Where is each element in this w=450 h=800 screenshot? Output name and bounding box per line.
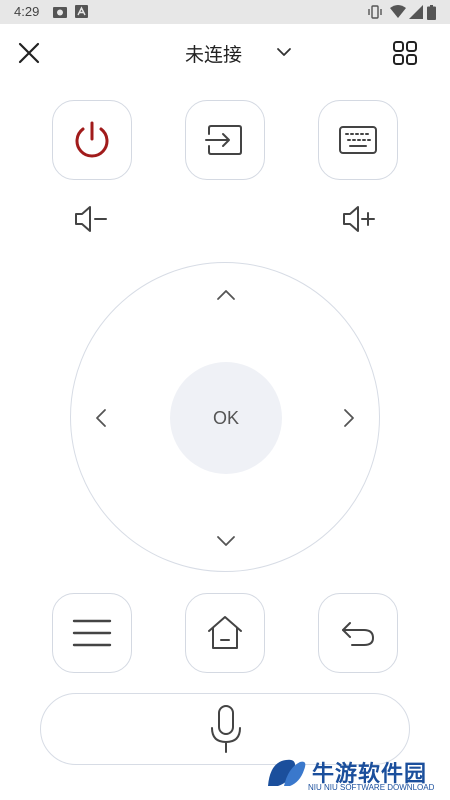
home-icon	[208, 616, 242, 649]
close-icon[interactable]	[14, 38, 44, 68]
power-icon	[75, 121, 109, 158]
back-button[interactable]	[318, 593, 398, 673]
ok-button[interactable]: OK	[170, 362, 282, 474]
home-button[interactable]	[185, 593, 265, 673]
top-bar: 未连接	[0, 24, 450, 80]
watermark-subtitle: NIU NIU SOFTWARE DOWNLOAD	[308, 783, 435, 792]
app-notification-icon	[75, 5, 88, 18]
wifi-icon	[390, 5, 406, 18]
status-bar: 4:29	[0, 0, 450, 24]
watermark: 牛游软件园 NIU NIU SOFTWARE DOWNLOAD	[260, 752, 450, 800]
status-time: 4:29	[14, 4, 40, 19]
arrow-right-icon[interactable]	[337, 406, 361, 430]
arrow-left-icon[interactable]	[89, 406, 113, 430]
grid-menu-icon[interactable]	[390, 38, 420, 68]
signal-icon	[409, 5, 423, 19]
keyboard-icon	[339, 126, 377, 154]
direction-pad: OK	[70, 262, 380, 572]
vibrate-icon	[368, 5, 382, 19]
menu-button[interactable]	[52, 593, 132, 673]
arrow-down-icon[interactable]	[214, 529, 238, 553]
battery-icon	[427, 5, 436, 20]
back-icon	[342, 622, 375, 646]
power-button[interactable]	[52, 100, 132, 180]
input-source-icon	[205, 125, 242, 155]
keyboard-button[interactable]	[318, 100, 398, 180]
photo-notification-icon	[53, 7, 67, 18]
volume-down-icon[interactable]	[72, 204, 112, 234]
microphone-icon	[211, 705, 241, 753]
input-source-button[interactable]	[185, 100, 265, 180]
menu-icon	[72, 619, 112, 647]
arrow-up-icon[interactable]	[214, 283, 238, 307]
connection-status-title[interactable]: 未连接	[185, 40, 242, 67]
watermark-logo-icon	[268, 759, 306, 786]
volume-up-icon[interactable]	[340, 204, 380, 234]
chevron-down-icon[interactable]	[274, 42, 294, 62]
